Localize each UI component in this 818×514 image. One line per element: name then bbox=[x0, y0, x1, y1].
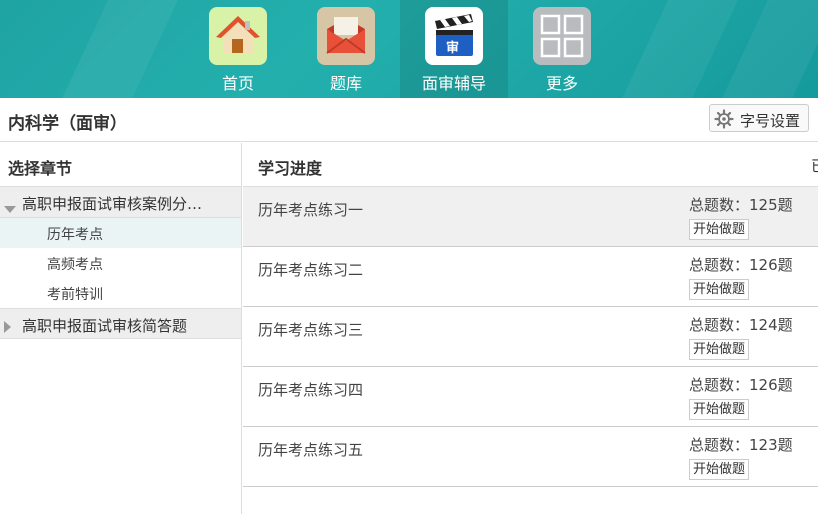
start-practice-button[interactable]: 开始做题 bbox=[689, 459, 750, 480]
title-bar: 内科学（面审） 字号设置 bbox=[0, 98, 818, 142]
chapter-item-label: 历年考点 bbox=[47, 227, 103, 243]
triangle-down-icon bbox=[4, 199, 16, 218]
clapperboard-icon: 审 bbox=[425, 7, 483, 65]
nav-label-question-bank: 题库 bbox=[329, 74, 362, 93]
top-nav: 首页 题库 审 面审辅导 更多 bbox=[0, 0, 818, 98]
exercise-row[interactable]: 历年考点练习一 总题数：125题 开始做题 bbox=[243, 187, 818, 247]
exercise-name: 历年考点练习四 bbox=[258, 381, 364, 399]
start-practice-button[interactable]: 开始做题 bbox=[689, 219, 750, 240]
exercise-total: 总题数：124题 bbox=[689, 316, 793, 334]
nav-item-home[interactable]: 首页 bbox=[184, 0, 292, 98]
start-practice-button[interactable]: 开始做题 bbox=[689, 399, 750, 420]
page-title: 内科学（面审） bbox=[8, 114, 127, 134]
chapter-item-frequent-points[interactable]: 高频考点 bbox=[0, 248, 241, 278]
font-size-settings-label: 字号设置 bbox=[740, 112, 801, 130]
exercise-name: 历年考点练习三 bbox=[258, 321, 364, 339]
start-practice-button[interactable]: 开始做题 bbox=[689, 279, 750, 300]
clapperboard-badge: 审 bbox=[446, 41, 460, 56]
gear-icon bbox=[714, 109, 734, 133]
font-size-settings-button[interactable]: 字号设置 bbox=[709, 104, 809, 132]
exercise-row[interactable]: 历年考点练习二 总题数：126题 开始做题 bbox=[243, 247, 818, 307]
progress-heading-cut: 已 bbox=[811, 155, 818, 176]
home-icon bbox=[209, 7, 267, 65]
chapter-group-cases[interactable]: 高职申报面试审核案例分… bbox=[0, 187, 241, 218]
nav-item-interview-coaching[interactable]: 审 面审辅导 bbox=[400, 0, 508, 98]
triangle-right-icon bbox=[4, 318, 12, 337]
chapter-item-pre-exam-training[interactable]: 考前特训 bbox=[0, 278, 241, 308]
chapter-item-label: 高频考点 bbox=[47, 257, 103, 273]
exercise-name: 历年考点练习一 bbox=[258, 201, 364, 219]
exercise-total: 总题数：126题 bbox=[689, 376, 793, 394]
exercise-total: 总题数：125题 bbox=[689, 196, 793, 214]
exercise-total: 总题数：123题 bbox=[689, 436, 793, 454]
chapter-item-label: 考前特训 bbox=[47, 287, 103, 303]
nav-label-more: 更多 bbox=[545, 74, 578, 93]
grid-icon bbox=[533, 7, 591, 65]
exercise-row[interactable]: 历年考点练习五 总题数：123题 开始做题 bbox=[243, 427, 818, 487]
chapter-group-label: 高职申报面试审核案例分… bbox=[22, 195, 203, 213]
progress-heading: 学习进度 bbox=[258, 159, 323, 178]
chapter-sidebar: 选择章节 高职申报面试审核案例分… 历年考点 高频考点 考前特训 高职申报面试审… bbox=[0, 143, 242, 514]
start-practice-button[interactable]: 开始做题 bbox=[689, 339, 750, 360]
nav-label-interview-coaching: 面审辅导 bbox=[421, 74, 486, 93]
exercise-total: 总题数：126题 bbox=[689, 256, 793, 274]
exercise-row[interactable]: 历年考点练习四 总题数：126题 开始做题 bbox=[243, 367, 818, 427]
progress-heading-bar: 学习进度 已 bbox=[243, 143, 818, 187]
chapter-group-short-answer[interactable]: 高职申报面试审核简答题 bbox=[0, 308, 241, 339]
exercise-name: 历年考点练习二 bbox=[258, 261, 364, 279]
nav-item-more[interactable]: 更多 bbox=[508, 0, 616, 98]
progress-panel: 学习进度 已 历年考点练习一 总题数：125题 开始做题 历年考点练习二 总题数… bbox=[243, 143, 818, 514]
sidebar-heading: 选择章节 bbox=[0, 143, 241, 187]
envelope-icon bbox=[317, 7, 375, 65]
exercise-row[interactable]: 历年考点练习三 总题数：124题 开始做题 bbox=[243, 307, 818, 367]
nav-item-question-bank[interactable]: 题库 bbox=[292, 0, 400, 98]
exercise-name: 历年考点练习五 bbox=[258, 441, 364, 459]
nav-label-home: 首页 bbox=[221, 74, 254, 93]
chapter-group-label: 高职申报面试审核简答题 bbox=[22, 317, 188, 335]
chapter-item-past-points[interactable]: 历年考点 bbox=[0, 218, 241, 248]
